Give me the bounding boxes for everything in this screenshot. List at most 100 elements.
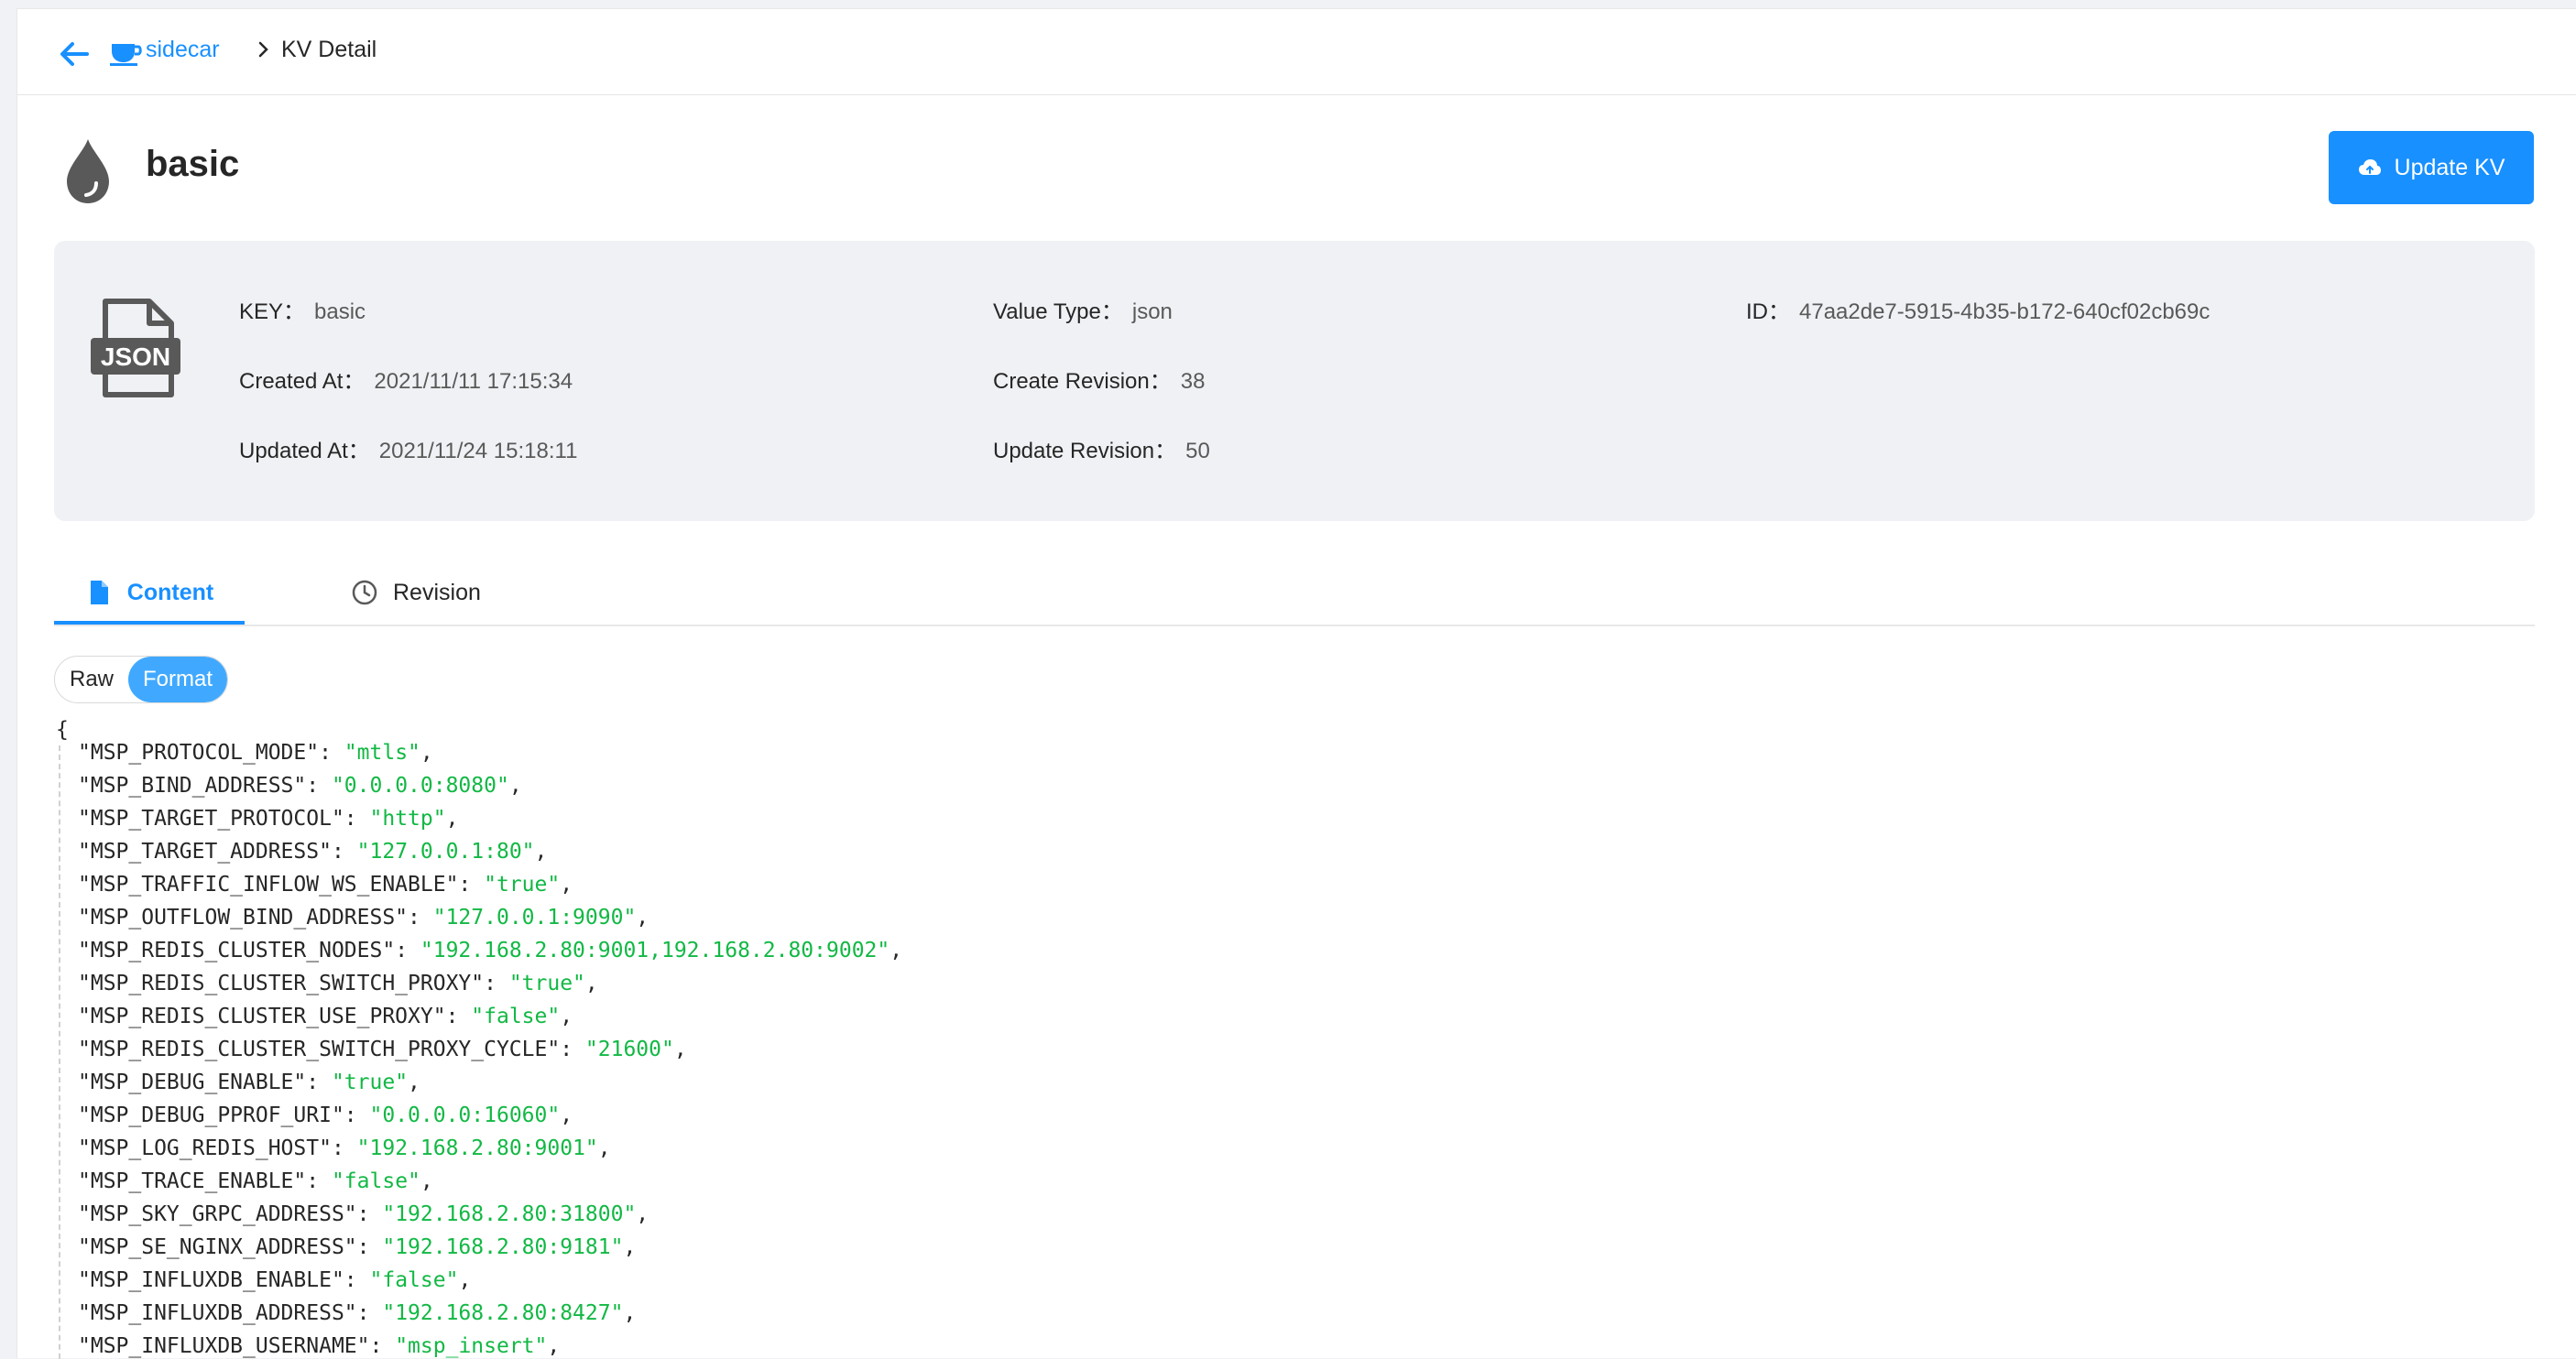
json-comma: , xyxy=(636,906,649,930)
json-value: "192.168.2.80:31800" xyxy=(382,1202,637,1226)
field-updated-label: Updated At： xyxy=(239,439,370,463)
cloud-upload-icon xyxy=(2358,159,2381,175)
json-value: "false" xyxy=(471,1005,561,1028)
json-colon: : xyxy=(356,1202,383,1226)
json-file-icon: JSON xyxy=(91,299,180,397)
json-colon: : xyxy=(356,1301,383,1325)
json-entry-line: "MSP_INFLUXDB_USERNAME": "msp_insert", xyxy=(78,1330,560,1359)
json-value: "msp_insert" xyxy=(395,1334,548,1358)
json-colon: : xyxy=(344,1104,370,1127)
json-viewer: { "MSP_PROTOCOL_MODE": "mtls", "MSP_BIND_… xyxy=(54,718,2527,1359)
json-value: "false" xyxy=(369,1268,459,1292)
json-value: "192.168.2.80:9001" xyxy=(356,1136,598,1160)
json-comma: , xyxy=(560,873,573,897)
json-key: "MSP_TARGET_ADDRESS" xyxy=(78,840,332,864)
back-arrow-icon[interactable] xyxy=(56,36,93,72)
json-key: "MSP_DEBUG_PPROF_URI" xyxy=(78,1104,344,1127)
field-value-type: Value Type： json xyxy=(993,293,1173,325)
clock-icon xyxy=(352,580,377,605)
json-key: "MSP_BIND_ADDRESS" xyxy=(78,774,307,798)
field-created-value: 2021/11/11 17:15:34 xyxy=(374,369,573,394)
json-entry-line: "MSP_PROTOCOL_MODE": "mtls", xyxy=(78,736,433,769)
json-value: "21600" xyxy=(584,1038,674,1061)
tab-content-label: Content xyxy=(126,579,214,605)
drop-icon xyxy=(67,139,109,203)
field-id-label: ID： xyxy=(1746,299,1790,324)
json-key: "MSP_OUTFLOW_BIND_ADDRESS" xyxy=(78,906,409,930)
json-entry-line: "MSP_DEBUG_ENABLE": "true", xyxy=(78,1066,420,1099)
update-kv-button[interactable]: Update KV xyxy=(2329,131,2534,204)
json-value: "0.0.0.0:8080" xyxy=(331,774,509,798)
indent-guide xyxy=(59,745,60,1359)
json-entry-line: "MSP_TARGET_ADDRESS": "127.0.0.1:80", xyxy=(78,835,547,868)
field-key-value: basic xyxy=(314,299,366,324)
json-colon: : xyxy=(369,1334,396,1358)
json-value: "http" xyxy=(369,807,446,831)
field-created-at: Created At： 2021/11/11 17:15:34 xyxy=(239,363,573,395)
json-key: "MSP_LOG_REDIS_HOST" xyxy=(78,1136,332,1160)
raw-option[interactable]: Raw xyxy=(55,657,128,702)
file-text-icon xyxy=(90,581,108,604)
breadcrumb-app-link[interactable]: sidecar xyxy=(146,37,220,63)
tab-revision-label: Revision xyxy=(393,579,481,605)
field-update-rev-value: 50 xyxy=(1185,439,1210,463)
json-entry-line: "MSP_LOG_REDIS_HOST": "192.168.2.80:9001… xyxy=(78,1132,611,1165)
breadcrumb-current: KV Detail xyxy=(281,37,377,62)
json-key: "MSP_SKY_GRPC_ADDRESS" xyxy=(78,1202,357,1226)
json-comma: , xyxy=(636,1202,649,1226)
json-value: "true" xyxy=(508,972,585,995)
json-entry-line: "MSP_OUTFLOW_BIND_ADDRESS": "127.0.0.1:9… xyxy=(78,901,649,934)
json-key: "MSP_INFLUXDB_ADDRESS" xyxy=(78,1301,357,1325)
json-badge-text: JSON xyxy=(101,342,170,371)
tab-revision[interactable]: Revision xyxy=(351,562,481,623)
format-option[interactable]: Format xyxy=(128,657,228,702)
sidecar-cup-icon xyxy=(110,44,142,66)
json-comma: , xyxy=(560,1104,573,1127)
field-key-label: KEY： xyxy=(239,299,306,324)
tab-content[interactable]: Content xyxy=(54,562,245,625)
json-key: "MSP_INFLUXDB_ENABLE" xyxy=(78,1268,344,1292)
json-comma: , xyxy=(623,1301,637,1325)
field-update-revision: Update Revision： 50 xyxy=(993,432,1210,464)
json-value: "false" xyxy=(331,1169,420,1193)
json-key: "MSP_TRACE_ENABLE" xyxy=(78,1169,307,1193)
json-value: "192.168.2.80:9001,192.168.2.80:9002" xyxy=(420,939,890,962)
json-comma: , xyxy=(890,939,903,962)
view-mode-toggle: Raw Format xyxy=(54,656,229,703)
json-value: "mtls" xyxy=(344,741,420,765)
json-entry-line: "MSP_REDIS_CLUSTER_SWITCH_PROXY_CYCLE": … xyxy=(78,1033,687,1066)
json-entry-line: "MSP_TRAFFIC_INFLOW_WS_ENABLE": "true", xyxy=(78,868,573,901)
json-key: "MSP_REDIS_CLUSTER_NODES" xyxy=(78,939,396,962)
json-comma: , xyxy=(623,1235,637,1259)
page-frame: sidecar KV Detail basic Update KV JSON K… xyxy=(16,8,2576,1359)
update-kv-label: Update KV xyxy=(2394,154,2505,180)
json-key: "MSP_TARGET_PROTOCOL" xyxy=(78,807,344,831)
json-colon: : xyxy=(331,840,357,864)
json-comma: , xyxy=(584,972,598,995)
json-entry-line: "MSP_INFLUXDB_ADDRESS": "192.168.2.80:84… xyxy=(78,1297,636,1330)
json-colon: : xyxy=(356,1235,383,1259)
field-id-value: 47aa2de7-5915-4b35-b172-640cf02cb69c xyxy=(1799,299,2210,324)
json-comma: , xyxy=(534,840,548,864)
breadcrumb: sidecar KV Detail xyxy=(17,9,2576,95)
json-value: "192.168.2.80:8427" xyxy=(382,1301,624,1325)
json-comma: , xyxy=(560,1005,573,1028)
json-comma: , xyxy=(420,1169,433,1193)
json-value: "0.0.0.0:16060" xyxy=(369,1104,561,1127)
json-key: "MSP_PROTOCOL_MODE" xyxy=(78,741,320,765)
json-value: "192.168.2.80:9181" xyxy=(382,1235,624,1259)
json-comma: , xyxy=(445,807,459,831)
json-colon: : xyxy=(331,1136,357,1160)
detail-tabs: Content Revision xyxy=(54,562,2535,626)
json-colon: : xyxy=(560,1038,585,1061)
field-updated-at: Updated At： 2021/11/24 15:18:11 xyxy=(239,432,577,464)
json-colon: : xyxy=(344,1268,370,1292)
json-entry-line: "MSP_TARGET_PROTOCOL": "http", xyxy=(78,802,458,835)
json-colon: : xyxy=(408,906,433,930)
json-colon: : xyxy=(306,1169,332,1193)
json-entry-line: "MSP_SKY_GRPC_ADDRESS": "192.168.2.80:31… xyxy=(78,1198,649,1231)
json-key: "MSP_DEBUG_ENABLE" xyxy=(78,1071,307,1094)
json-open-brace: { xyxy=(56,718,69,742)
field-create-rev-value: 38 xyxy=(1180,369,1206,394)
json-colon: : xyxy=(306,774,332,798)
